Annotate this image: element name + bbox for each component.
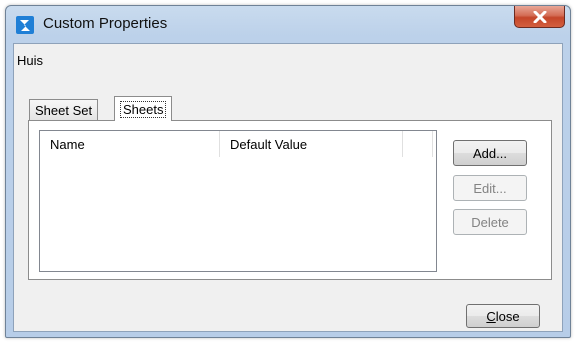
- tab-sheet-set[interactable]: Sheet Set: [29, 99, 99, 120]
- properties-list[interactable]: Name Default Value: [39, 130, 437, 272]
- tab-label: Sheets: [120, 100, 167, 118]
- window-close-button[interactable]: [514, 6, 565, 28]
- column-header-default-value[interactable]: Default Value: [220, 131, 403, 157]
- column-header-name[interactable]: Name: [40, 131, 220, 157]
- delete-button[interactable]: Delete: [453, 209, 527, 235]
- dialog-body: Huis Sheet Set Sheets Name Default Value…: [13, 43, 563, 332]
- close-icon: [533, 10, 546, 23]
- close-button[interactable]: Close: [466, 304, 540, 328]
- tab-panel-sheets: Name Default Value Add... Edit... Delete: [28, 120, 552, 280]
- add-button[interactable]: Add...: [453, 140, 527, 166]
- tab-label: Sheet Set: [35, 102, 93, 118]
- bricscad-logo-icon: [16, 16, 34, 34]
- close-label-rest: lose: [495, 308, 520, 324]
- tab-sheets[interactable]: Sheets: [114, 96, 173, 121]
- close-mnemonic: C: [486, 308, 496, 324]
- edit-button[interactable]: Edit...: [453, 175, 527, 201]
- sheet-set-name-label: Huis: [17, 53, 44, 68]
- window-title: Custom Properties: [43, 15, 168, 32]
- custom-properties-dialog: Custom Properties Huis Sheet Set Sheets …: [5, 5, 571, 338]
- list-header: Name Default Value: [40, 131, 436, 157]
- column-header-empty[interactable]: [403, 131, 433, 157]
- title-bar[interactable]: Custom Properties: [6, 6, 570, 43]
